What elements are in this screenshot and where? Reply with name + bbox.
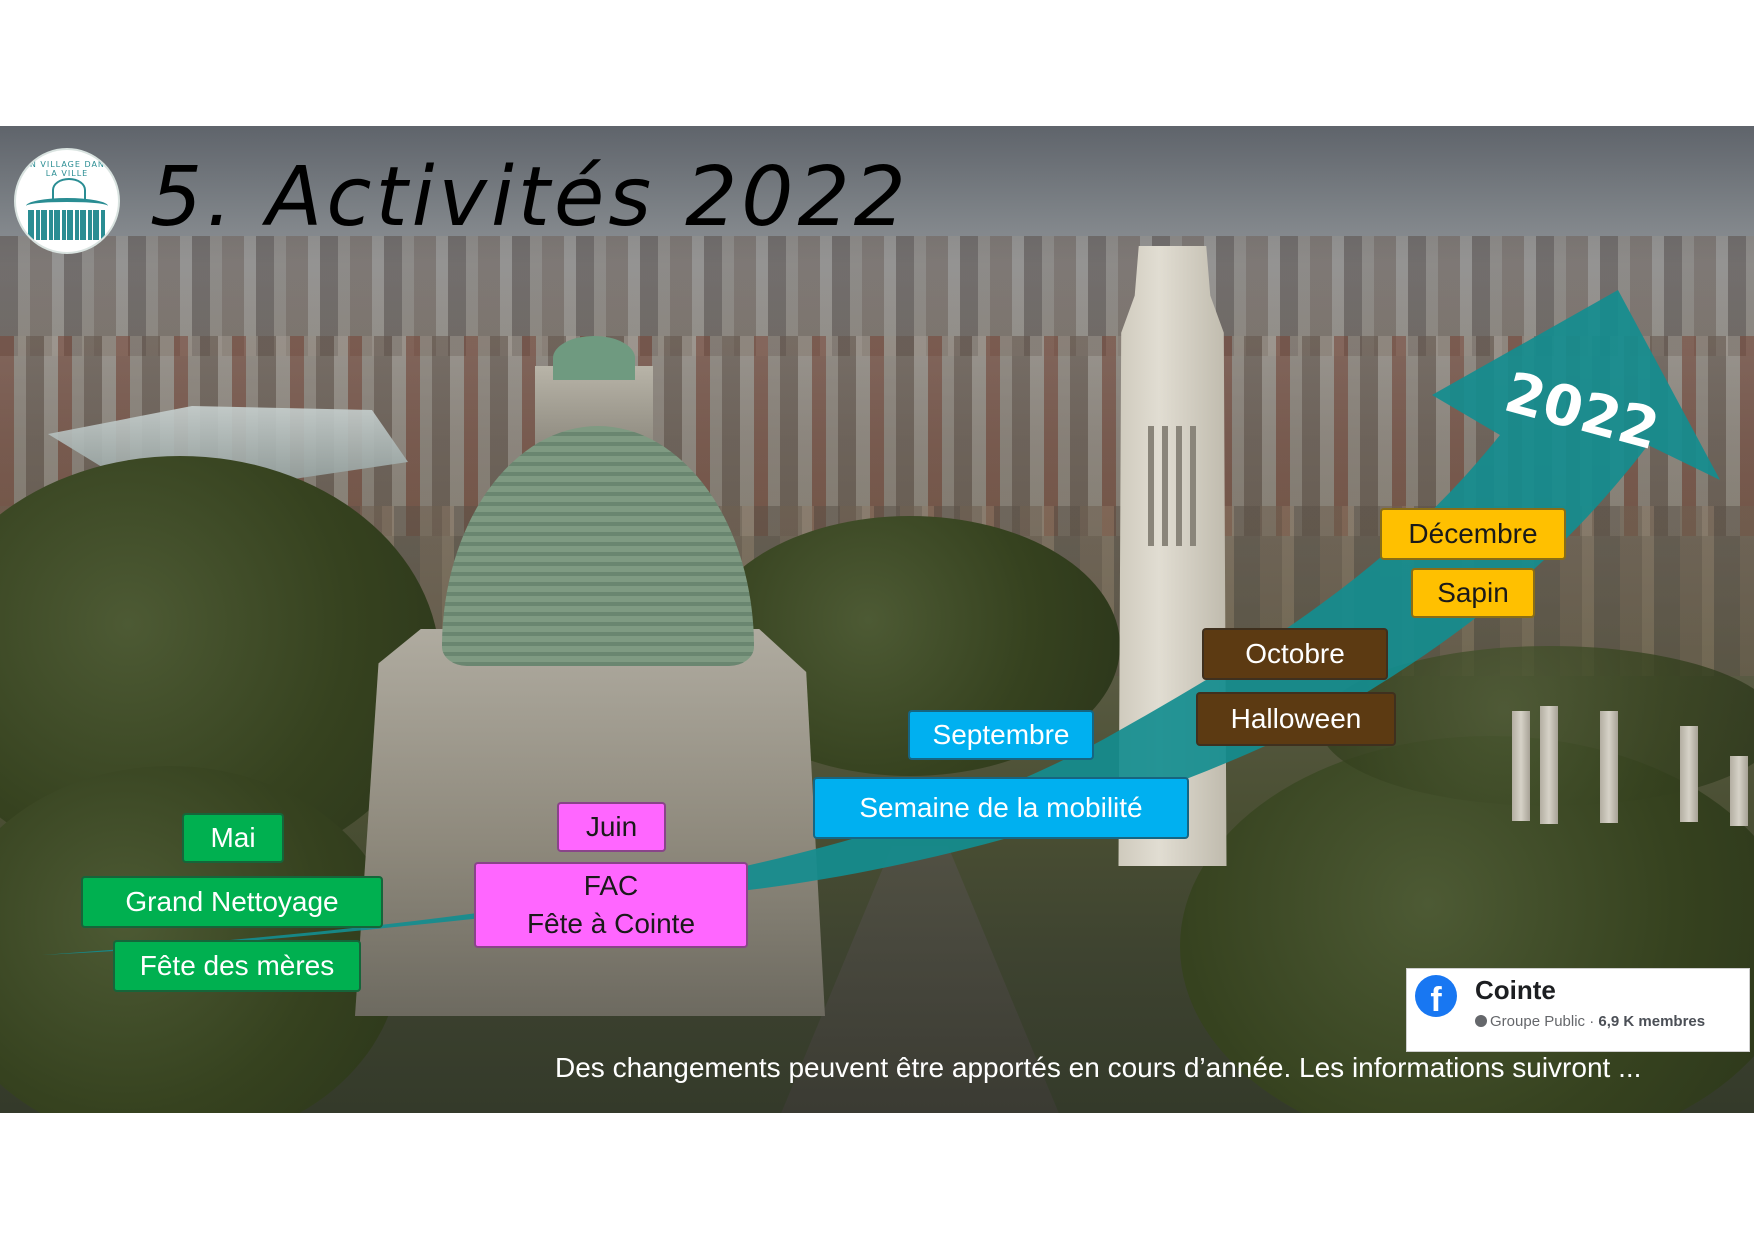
activity-sapin: Sapin [1411,568,1535,618]
footer-note: Des changements peuvent être apportés en… [555,1052,1642,1083]
facebook-group-name: Cointe [1475,975,1556,1005]
timeline-arrow-shape [42,290,1720,955]
facebook-icon: f [1415,975,1457,1017]
facebook-group-type: Groupe Public · [1490,1013,1599,1030]
facebook-group-meta: Groupe Public · 6,9 K membres [1475,1013,1705,1030]
activity-septembre: Septembre [908,710,1094,760]
activity-fac: FAC Fête à Cointe [474,862,748,948]
facebook-group-card[interactable]: f Cointe Groupe Public · 6,9 K membres [1406,968,1750,1052]
activity-fac-line2: Fête à Cointe [526,908,696,939]
activity-mai: Mai [182,813,284,863]
activity-halloween: Halloween [1196,692,1396,746]
activity-juin: Juin [557,802,666,852]
activity-octobre: Octobre [1202,628,1388,680]
activity-decembre: Décembre [1380,508,1566,560]
globe-icon [1475,1015,1487,1027]
activity-semaine-mobilite: Semaine de la mobilité [813,777,1189,839]
activity-fete-des-meres: Fête des mères [113,940,361,992]
activity-grand-nettoyage: Grand Nettoyage [81,876,383,928]
facebook-group-members: 6,9 K membres [1598,1013,1706,1030]
activity-fac-line1: FAC [583,870,639,901]
